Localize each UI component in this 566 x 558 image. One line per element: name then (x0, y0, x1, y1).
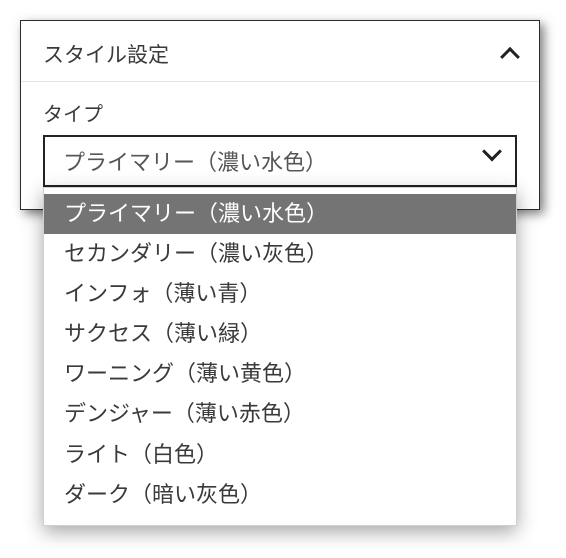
dropdown-option[interactable]: インフォ（薄い青） (44, 274, 516, 314)
dropdown-option[interactable]: サクセス（薄い緑） (44, 314, 516, 354)
dropdown-option[interactable]: プライマリー（濃い水色） (44, 194, 516, 234)
type-select-value: プライマリー（濃い水色） (63, 145, 327, 177)
type-select-wrap: プライマリー（濃い水色） プライマリー（濃い水色）セカンダリー（濃い灰色）インフ… (43, 135, 517, 187)
panel-header[interactable]: スタイル設定 (21, 21, 539, 82)
type-select[interactable]: プライマリー（濃い水色） (43, 135, 517, 187)
dropdown-option[interactable]: ワーニング（薄い黄色） (44, 354, 516, 394)
chevron-up-icon (500, 47, 520, 67)
dropdown-option[interactable]: デンジャー（薄い赤色） (44, 394, 516, 434)
dropdown-option[interactable]: ダーク（暗い灰色） (44, 475, 516, 515)
style-settings-panel: スタイル設定 タイプ プライマリー（濃い水色） プライマリー（濃い水色）セカンダ… (20, 20, 540, 210)
panel-body: タイプ プライマリー（濃い水色） プライマリー（濃い水色）セカンダリー（濃い灰色… (21, 82, 539, 209)
type-field-label: タイプ (43, 98, 517, 127)
dropdown-option[interactable]: ライト（白色） (44, 435, 516, 475)
dropdown-option[interactable]: セカンダリー（濃い灰色） (44, 234, 516, 274)
chevron-down-icon (485, 143, 499, 169)
type-dropdown: プライマリー（濃い水色）セカンダリー（濃い灰色）インフォ（薄い青）サクセス（薄い… (43, 187, 517, 526)
panel-title: スタイル設定 (43, 39, 169, 69)
